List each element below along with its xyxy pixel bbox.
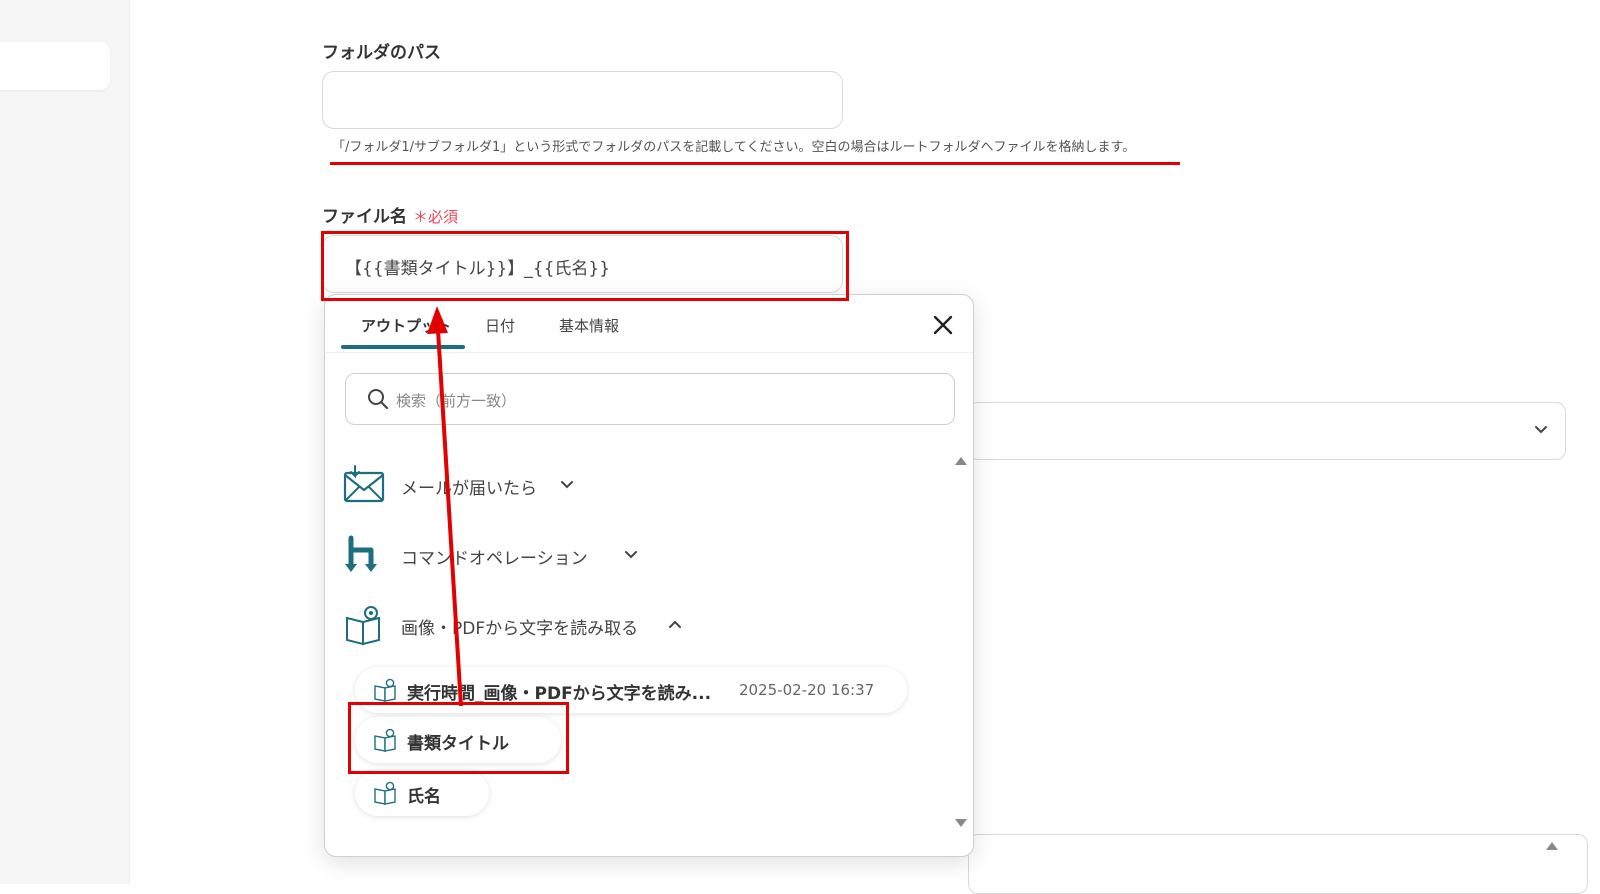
output-item-label: 実行時間_画像・PDFから文字を読み... (407, 684, 712, 704)
mail-icon (343, 465, 385, 503)
output-item-execution-time[interactable]: 実行時間_画像・PDFから文字を読み... 2025-02-20 16:37 (355, 667, 907, 713)
ocr-book-icon (346, 606, 380, 646)
output-item-value: 2025-02-20 16:37 (739, 681, 875, 699)
scroll-down-arrow-icon[interactable] (955, 819, 967, 827)
background-input[interactable] (968, 834, 1588, 894)
ocr-book-icon (374, 678, 396, 702)
ocr-book-icon (374, 728, 396, 752)
group-mail-received[interactable]: メールが届いたら (343, 460, 593, 510)
output-item-label: 書類タイトル (407, 734, 509, 754)
chevron-up-icon (669, 620, 681, 628)
group-ocr[interactable]: 画像・PDFから文字を読み取る (343, 600, 703, 650)
sidebar (0, 0, 130, 884)
search-icon (368, 389, 389, 410)
search-input[interactable]: 検索（前方一致） (345, 373, 955, 425)
folder-path-label: フォルダのパス (322, 43, 441, 63)
output-item-document-title[interactable]: 書類タイトル (355, 717, 561, 763)
chevron-down-icon (1535, 426, 1547, 434)
folder-path-input[interactable] (322, 71, 843, 129)
file-name-label: ファイル名 ＊必須 (322, 202, 458, 227)
group-label: コマンドオペレーション (401, 549, 588, 569)
file-name-input[interactable]: 【{{書類タイトル}}】_{{氏名}} (322, 235, 843, 293)
file-name-value: 【{{書類タイトル}}】_{{氏名}} (345, 259, 611, 279)
file-name-label-text: ファイル名 (322, 207, 407, 227)
group-label: 画像・PDFから文字を読み取る (401, 619, 639, 639)
required-badge: ＊必須 (413, 208, 459, 226)
output-item-name[interactable]: 氏名 (355, 770, 489, 816)
page-scroll-up-icon[interactable] (1546, 842, 1558, 850)
group-command-operation[interactable]: コマンドオペレーション (343, 530, 643, 580)
chevron-down-icon (561, 481, 573, 489)
active-tab-indicator (341, 345, 465, 349)
tab-basic-info[interactable]: 基本情報 (559, 315, 619, 336)
output-picker-popup: アウトプット 日付 基本情報 検索（前方一致） メールが届いたら コマンドオペレ… (324, 294, 974, 857)
close-icon[interactable] (931, 313, 955, 337)
search-placeholder: 検索（前方一致） (396, 392, 517, 410)
group-label: メールが届いたら (401, 479, 537, 499)
folder-path-help-text: 「/フォルダ1/サブフォルダ1」という形式でフォルダのパスを記載してください。空… (332, 140, 1136, 155)
background-select[interactable] (968, 402, 1566, 460)
ocr-book-icon (374, 781, 396, 805)
tab-bar: アウトプット 日付 基本情報 (325, 295, 973, 353)
output-item-label: 氏名 (407, 787, 441, 807)
scroll-up-arrow-icon[interactable] (955, 457, 967, 465)
popup-scrollbar[interactable] (953, 453, 967, 833)
annotation-underline (330, 162, 1180, 165)
tab-output[interactable]: アウトプット (361, 315, 451, 336)
tab-date[interactable]: 日付 (485, 315, 515, 336)
command-operation-icon (345, 535, 377, 572)
chevron-down-icon (625, 551, 637, 559)
sidebar-item[interactable] (0, 42, 110, 90)
